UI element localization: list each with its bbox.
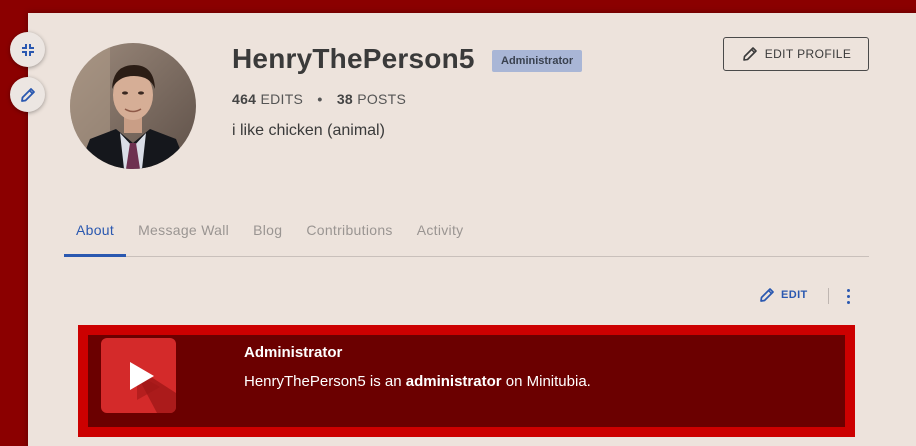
tab-activity[interactable]: Activity: [405, 210, 476, 257]
infobox-text-start: HenryThePerson5 is an: [244, 373, 406, 390]
administrator-infobox: Administrator HenryThePerson5 is an admi…: [78, 325, 855, 437]
infobox-text: HenryThePerson5 is an administrator on M…: [244, 373, 591, 390]
infobox-title: Administrator: [244, 344, 343, 361]
tab-blog[interactable]: Blog: [241, 210, 294, 257]
tab-contributions[interactable]: Contributions: [294, 210, 404, 257]
toolbar-divider: [828, 288, 829, 304]
avatar[interactable]: [70, 43, 196, 169]
edit-profile-label: EDIT PROFILE: [764, 47, 852, 61]
edits-count[interactable]: 464: [232, 91, 256, 107]
profile-tabs: About Message Wall Blog Contributions Ac…: [64, 210, 869, 257]
edit-profile-button[interactable]: EDIT PROFILE: [723, 37, 869, 71]
posts-label[interactable]: POSTS: [357, 91, 406, 107]
tab-about[interactable]: About: [64, 210, 127, 257]
play-icon: [101, 338, 176, 413]
profile-page: HenryThePerson5 Administrator 464 EDITS …: [28, 13, 916, 446]
infobox-text-role: administrator: [405, 373, 502, 390]
side-edit-button[interactable]: [10, 77, 45, 112]
username: HenryThePerson5: [232, 43, 475, 74]
user-stats: 464 EDITS • 38 POSTS: [232, 91, 406, 107]
posts-count[interactable]: 38: [337, 91, 353, 107]
avatar-image: [70, 43, 196, 169]
side-toolbar: [10, 32, 45, 112]
collapse-button[interactable]: [10, 32, 45, 67]
pencil-icon: [20, 87, 35, 102]
content-edit-label: EDIT: [781, 289, 808, 301]
infobox-body: Administrator HenryThePerson5 is an admi…: [88, 335, 845, 427]
user-group-badge[interactable]: Administrator: [492, 50, 583, 72]
tab-message-wall[interactable]: Message Wall: [126, 210, 241, 257]
more-vertical-icon: [846, 288, 850, 304]
content-edit-button[interactable]: EDIT: [758, 286, 808, 304]
infobox-text-end: on Minitubia.: [501, 373, 591, 390]
pencil-icon: [760, 288, 774, 302]
collapse-arrows-icon: [21, 43, 34, 56]
more-options-button[interactable]: [840, 285, 856, 307]
edits-label[interactable]: EDITS: [260, 91, 303, 107]
pencil-icon: [742, 47, 757, 61]
stats-separator: •: [317, 91, 323, 107]
user-bio: i like chicken (animal): [232, 122, 385, 139]
